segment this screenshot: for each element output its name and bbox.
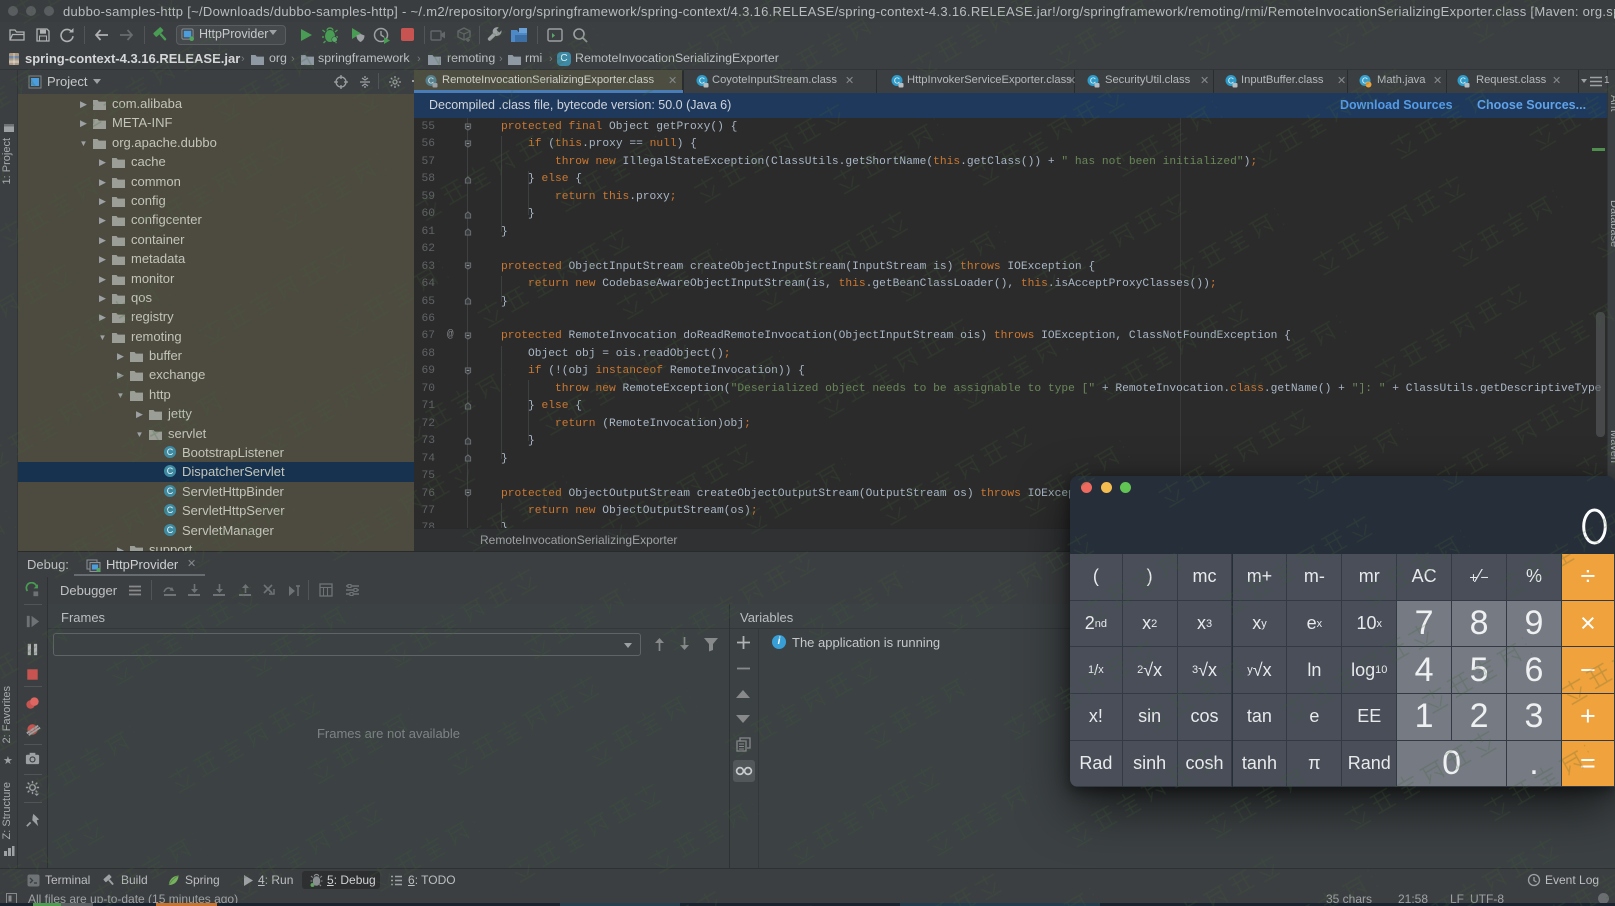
svg-text:C: C — [167, 525, 174, 535]
svg-text:C: C — [167, 486, 174, 496]
svg-text:C: C — [167, 447, 174, 457]
svg-text:C: C — [167, 467, 174, 477]
svg-text:C: C — [167, 505, 174, 515]
